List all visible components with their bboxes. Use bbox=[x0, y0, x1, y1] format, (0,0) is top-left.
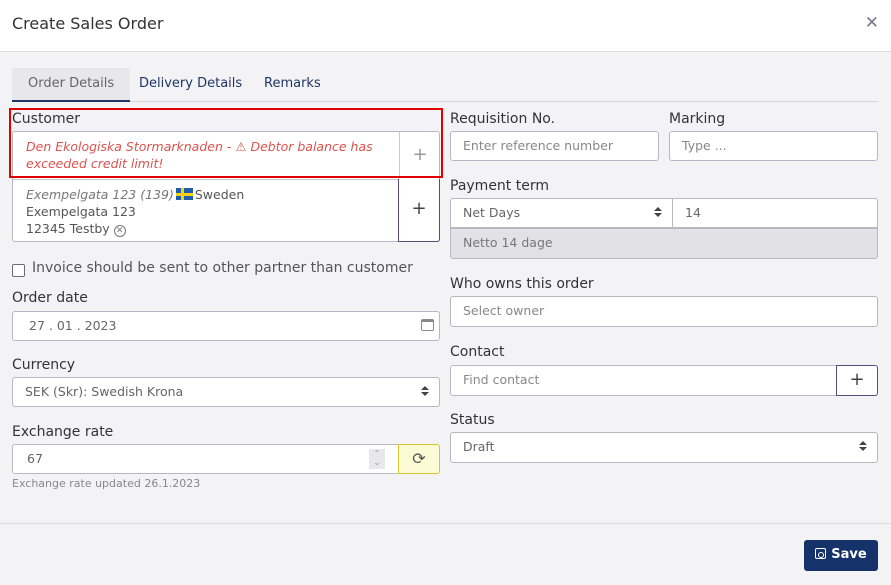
status-value: Draft bbox=[463, 439, 495, 454]
number-spinner[interactable]: ⌃ ⌄ bbox=[369, 449, 385, 469]
address-country: Sweden bbox=[194, 187, 245, 202]
save-button[interactable]: Save bbox=[804, 540, 878, 571]
dialog-header: Create Sales Order ✕ bbox=[0, 0, 891, 52]
tab-remarks[interactable]: Remarks bbox=[248, 68, 337, 102]
invoice-partner-label: Invoice should be sent to other partner … bbox=[32, 260, 413, 276]
select-arrows-icon bbox=[654, 207, 662, 219]
owner-placeholder: Select owner bbox=[463, 303, 545, 318]
add-customer-button[interactable]: + bbox=[399, 132, 440, 179]
status-select[interactable]: Draft bbox=[450, 432, 878, 463]
add-address-button[interactable]: + bbox=[398, 179, 440, 242]
select-arrows-icon bbox=[421, 386, 429, 398]
refresh-icon: ⟳ bbox=[412, 449, 426, 468]
payment-term-label: Payment term bbox=[450, 178, 549, 194]
tab-delivery-details[interactable]: Delivery Details bbox=[123, 68, 258, 102]
payment-term-description-text: Netto 14 dage bbox=[463, 235, 553, 250]
customer-name-warning[interactable]: Den Ekologiska Stormarknaden - ⚠ Debtor … bbox=[26, 138, 396, 172]
currency-select[interactable]: SEK (Skr): Swedish Krona bbox=[12, 377, 440, 407]
order-date-input[interactable]: 27 . 01 . 2023 bbox=[12, 311, 440, 341]
save-label: Save bbox=[831, 547, 867, 562]
address-city: 12345 Testby bbox=[26, 221, 110, 236]
calendar-icon[interactable] bbox=[421, 319, 434, 331]
marking-label: Marking bbox=[669, 111, 726, 127]
sweden-flag-icon bbox=[175, 188, 193, 200]
exchange-rate-value: 67 bbox=[27, 451, 43, 466]
owner-label: Who owns this order bbox=[450, 276, 594, 292]
currency-label: Currency bbox=[12, 357, 76, 373]
select-arrows-icon bbox=[859, 441, 867, 453]
dialog-title: Create Sales Order bbox=[12, 14, 164, 33]
spin-down-icon[interactable]: ⌄ bbox=[369, 458, 385, 467]
customer-address[interactable]: Exempelgata 123 (139) Sweden Exempelgata … bbox=[26, 186, 244, 237]
order-date-value: 27 . 01 . 2023 bbox=[29, 318, 117, 333]
marking-placeholder: Type ... bbox=[682, 138, 727, 153]
add-contact-button[interactable]: + bbox=[836, 365, 878, 396]
customer-field: Den Ekologiska Stormarknaden - ⚠ Debtor … bbox=[12, 131, 440, 242]
invoice-partner-checkbox[interactable] bbox=[12, 264, 25, 277]
payment-term-type-value: Net Days bbox=[463, 205, 521, 220]
warning-icon: ⚠ bbox=[235, 139, 251, 154]
close-icon[interactable]: ✕ bbox=[865, 14, 879, 32]
requisition-input[interactable]: Enter reference number bbox=[450, 131, 659, 161]
exchange-rate-label: Exchange rate bbox=[12, 424, 114, 440]
payment-days-input[interactable]: 14 bbox=[672, 198, 878, 228]
tab-order-details[interactable]: Order Details bbox=[12, 68, 131, 102]
contact-input[interactable]: Find contact bbox=[450, 365, 838, 396]
requisition-placeholder: Enter reference number bbox=[463, 138, 613, 153]
divider bbox=[13, 179, 399, 180]
clear-address-icon[interactable]: ✕ bbox=[113, 225, 126, 237]
requisition-label: Requisition No. bbox=[450, 111, 556, 127]
exchange-rate-input[interactable]: 67 ⌃ ⌄ bbox=[12, 444, 399, 474]
tab-bar: Order Details Delivery Details Remarks bbox=[12, 68, 878, 102]
payment-term-select[interactable]: Net Days bbox=[450, 198, 673, 228]
status-label: Status bbox=[450, 412, 495, 428]
address-line1: Exempelgata 123 (139) bbox=[26, 187, 174, 202]
exchange-rate-hint: Exchange rate updated 26.1.2023 bbox=[12, 477, 201, 490]
owner-select[interactable]: Select owner bbox=[450, 296, 878, 327]
customer-name: Den Ekologiska Stormarknaden - bbox=[26, 139, 236, 154]
contact-placeholder: Find contact bbox=[463, 372, 540, 387]
save-icon bbox=[815, 548, 827, 559]
order-date-label: Order date bbox=[12, 290, 88, 306]
payment-days-value: 14 bbox=[685, 205, 701, 220]
customer-label: Customer bbox=[12, 111, 81, 127]
currency-value: SEK (Skr): Swedish Krona bbox=[25, 384, 184, 399]
spin-up-icon[interactable]: ⌃ bbox=[369, 449, 385, 458]
payment-term-description: Netto 14 dage bbox=[450, 228, 878, 259]
contact-label: Contact bbox=[450, 344, 505, 360]
refresh-rate-button[interactable]: ⟳ bbox=[398, 444, 440, 474]
marking-input[interactable]: Type ... bbox=[669, 131, 878, 161]
footer-divider bbox=[0, 523, 891, 524]
address-street: Exempelgata 123 bbox=[26, 204, 136, 219]
